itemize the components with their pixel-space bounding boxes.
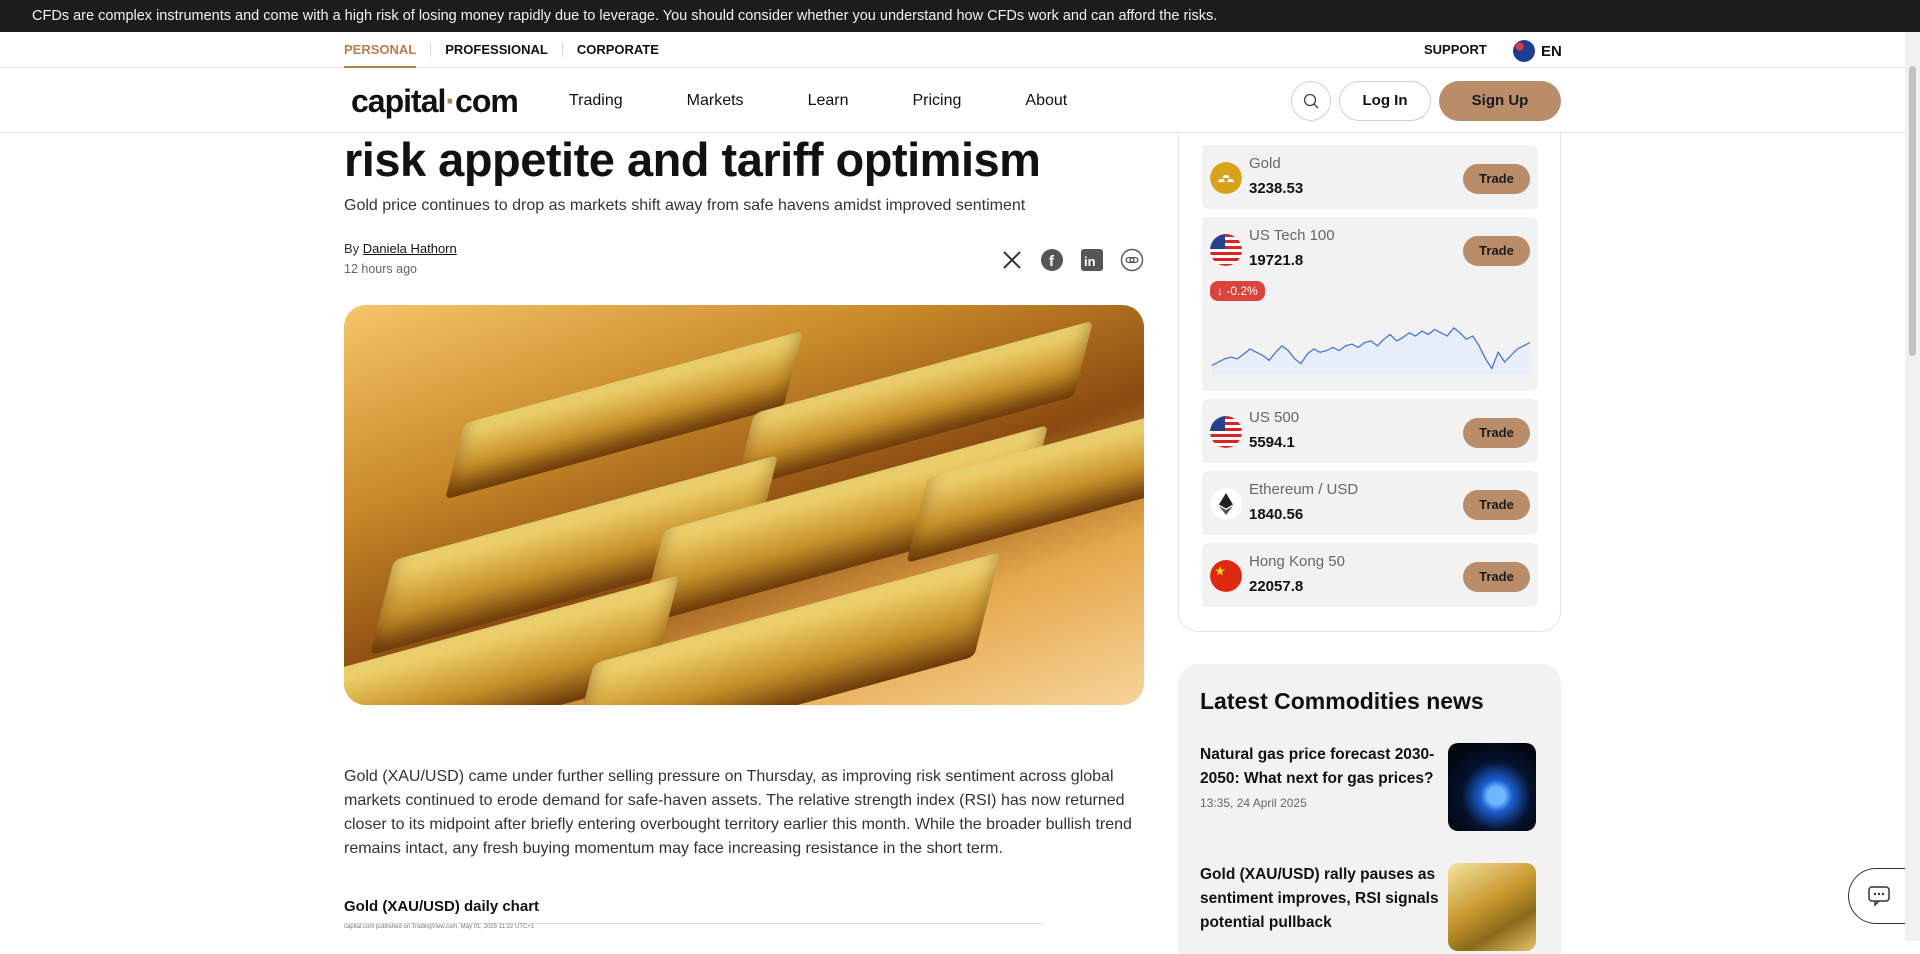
market-price: 19721.8 — [1249, 252, 1304, 269]
market-price: 5594.1 — [1249, 434, 1295, 451]
us-flag-icon — [1210, 416, 1242, 448]
trade-button[interactable]: Trade — [1463, 562, 1530, 592]
market-price: 1840.56 — [1249, 506, 1304, 523]
search-button[interactable] — [1291, 81, 1331, 121]
language-code: EN — [1541, 42, 1562, 60]
main-nav: capital·com Trading Markets Learn Pricin… — [0, 69, 1905, 133]
copy-link-icon[interactable] — [1120, 248, 1144, 272]
page-scrollbar[interactable] — [1905, 32, 1920, 941]
menu-learn[interactable]: Learn — [808, 92, 849, 110]
latest-news-panel: Latest Commodities news Natural gas pric… — [1178, 664, 1561, 954]
author-link[interactable]: Daniela Hathorn — [363, 241, 457, 256]
menu-trading[interactable]: Trading — [569, 92, 623, 110]
market-card-us-500[interactable]: US 500 5594.1 Trade — [1202, 399, 1538, 463]
trade-button[interactable]: Trade — [1463, 418, 1530, 448]
price-sparkline — [1212, 327, 1530, 375]
gold-bars-icon — [1210, 162, 1242, 194]
market-card-ethereum[interactable]: Ethereum / USD 1840.56 Trade — [1202, 471, 1538, 535]
facebook-icon[interactable]: f — [1040, 248, 1064, 272]
market-name: Gold — [1249, 155, 1281, 172]
capital-com-logo[interactable]: capital·com — [351, 83, 519, 120]
us-flag-icon — [1210, 234, 1242, 266]
market-price: 3238.53 — [1249, 180, 1304, 197]
share-buttons: f in — [1000, 248, 1144, 272]
article-subheading: Gold price continues to drop as markets … — [344, 197, 1026, 214]
main-menu: Trading Markets Learn Pricing About — [569, 69, 1131, 133]
price-change-badge: ↓ -0.2% — [1210, 281, 1265, 301]
linkedin-icon[interactable]: in — [1080, 248, 1104, 272]
menu-pricing[interactable]: Pricing — [912, 92, 961, 110]
chat-icon — [1867, 886, 1890, 907]
news-item[interactable]: Natural gas price forecast 2030-2050: Wh… — [1200, 743, 1540, 831]
trade-button[interactable]: Trade — [1463, 236, 1530, 266]
segment-personal[interactable]: PERSONAL — [344, 43, 432, 68]
gold-bars-thumbnail[interactable] — [1448, 863, 1536, 951]
market-price: 22057.8 — [1249, 578, 1304, 595]
market-name: Ethereum / USD — [1249, 481, 1359, 498]
risk-warning-bar: CFDs are complex instruments and come wi… — [0, 0, 1920, 32]
market-card-gold[interactable]: Gold 3238.53 Trade — [1202, 145, 1538, 209]
australia-flag-icon — [1513, 40, 1535, 62]
support-link[interactable]: SUPPORT — [1424, 32, 1487, 68]
news-panel-title: Latest Commodities news — [1200, 688, 1484, 714]
news-headline[interactable]: Natural gas price forecast 2030-2050: Wh… — [1200, 743, 1440, 791]
article: risk appetite and tariff optimism Gold p… — [344, 133, 1144, 930]
x-twitter-icon[interactable] — [1000, 248, 1024, 272]
menu-markets[interactable]: Markets — [687, 92, 744, 110]
market-card-hong-kong-50[interactable]: Hong Kong 50 22057.8 Trade — [1202, 543, 1538, 607]
trade-button[interactable]: Trade — [1463, 164, 1530, 194]
svg-text:in: in — [1084, 254, 1096, 269]
segment-professional[interactable]: PROFESSIONAL — [431, 43, 563, 57]
china-flag-icon — [1210, 560, 1242, 592]
menu-about[interactable]: About — [1025, 92, 1067, 110]
scrollbar-thumb[interactable] — [1909, 66, 1916, 356]
market-name: US Tech 100 — [1249, 227, 1335, 244]
login-button[interactable]: Log In — [1339, 81, 1431, 121]
segment-nav: PERSONAL PROFESSIONAL CORPORATE SUPPORT … — [0, 32, 1905, 68]
chat-button[interactable] — [1848, 868, 1908, 924]
segment-corporate[interactable]: CORPORATE — [563, 43, 673, 57]
news-item[interactable]: Gold (XAU/USD) rally pauses as sentiment… — [1200, 863, 1540, 951]
market-watchlist: Gold 3238.53 Trade US Tech 100 19721.8 T… — [1178, 133, 1561, 632]
language-selector[interactable]: EN — [1513, 40, 1562, 62]
signup-button[interactable]: Sign Up — [1439, 81, 1561, 121]
gas-flame-thumbnail[interactable] — [1448, 743, 1536, 831]
gold-bars-hero-image — [344, 305, 1144, 705]
article-headline: risk appetite and tariff optimism — [344, 133, 1041, 186]
market-card-us-tech-100[interactable]: US Tech 100 19721.8 Trade ↓ -0.2% — [1202, 217, 1538, 391]
chart-preview: capital.com published on TradingView.com… — [344, 923, 1044, 941]
chart-heading: Gold (XAU/USD) daily chart — [344, 898, 540, 915]
market-name: US 500 — [1249, 409, 1300, 426]
article-body: Gold (XAU/USD) came under further sellin… — [344, 768, 1132, 857]
trade-button[interactable]: Trade — [1463, 490, 1530, 520]
search-icon — [1303, 93, 1319, 109]
market-name: Hong Kong 50 — [1249, 553, 1345, 570]
news-headline[interactable]: Gold (XAU/USD) rally pauses as sentiment… — [1200, 863, 1440, 935]
ethereum-icon — [1210, 488, 1242, 520]
